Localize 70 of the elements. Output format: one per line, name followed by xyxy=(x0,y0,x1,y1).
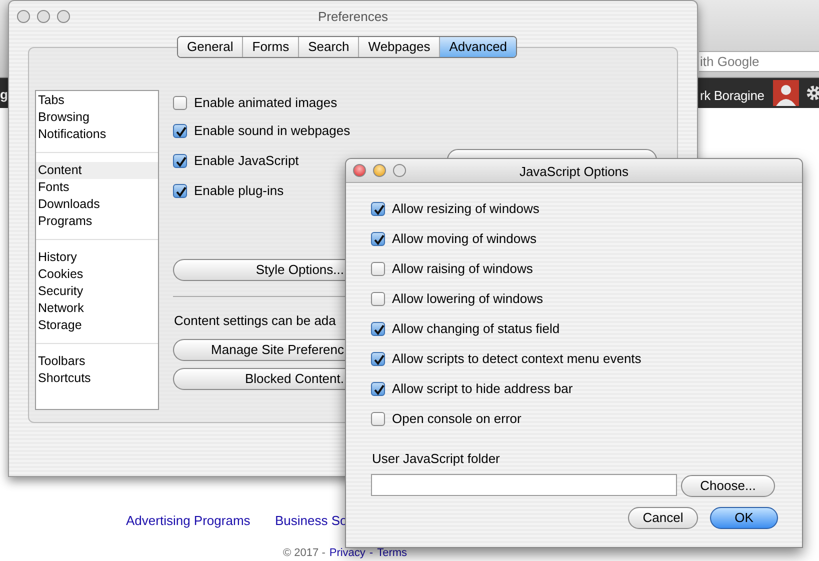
checkbox-label: Enable plug-ins xyxy=(194,182,284,200)
checkbox[interactable] xyxy=(371,322,385,336)
search-field[interactable]: ith Google xyxy=(699,51,819,72)
separator-text: - xyxy=(369,546,374,561)
category-item[interactable]: Programs xyxy=(36,213,158,230)
choose-button[interactable]: Choose... xyxy=(681,475,775,497)
checkbox-label: Allow script to hide address bar xyxy=(392,380,573,398)
user-name[interactable]: rk Boragine xyxy=(700,86,764,106)
privacy-link[interactable]: Privacy xyxy=(329,545,366,561)
checkbox-label: Allow resizing of windows xyxy=(392,200,540,218)
category-item[interactable]: Toolbars xyxy=(36,353,158,370)
checkbox[interactable] xyxy=(371,232,385,246)
checkbox[interactable] xyxy=(371,202,385,216)
category-item[interactable]: Shortcuts xyxy=(36,370,158,387)
tab[interactable]: General xyxy=(178,37,242,57)
bar-text: g xyxy=(0,86,8,104)
checkbox-label: Allow moving of windows xyxy=(392,230,537,248)
close-button[interactable] xyxy=(353,164,366,177)
checkbox[interactable] xyxy=(371,262,385,276)
zoom-button[interactable] xyxy=(57,10,70,22)
checkbox-label: Enable sound in webpages xyxy=(194,122,350,140)
checkbox[interactable] xyxy=(371,412,385,426)
description-text: Content settings can be ada xyxy=(174,312,336,330)
category-item[interactable]: Fonts xyxy=(36,179,158,196)
ok-button[interactable]: OK xyxy=(710,507,778,529)
blocked-content-button[interactable]: Blocked Content. xyxy=(173,368,346,390)
category-item[interactable]: Content xyxy=(36,162,158,179)
category-item[interactable]: Storage xyxy=(36,317,158,334)
checkbox[interactable] xyxy=(173,154,187,168)
terms-link[interactable]: Terms xyxy=(377,545,408,561)
copyright-text: © 2017 - xyxy=(283,546,326,561)
avatar-icon[interactable] xyxy=(773,80,799,106)
footer-link[interactable]: Advertising Programs xyxy=(126,511,250,530)
tab[interactable]: Search xyxy=(298,37,358,57)
folder-input-field[interactable] xyxy=(371,474,677,496)
minimize-button[interactable] xyxy=(373,164,386,177)
checkbox-label: Allow scripts to detect context menu events xyxy=(392,350,642,368)
checkbox-label: Open console on error xyxy=(392,410,522,428)
checkbox[interactable] xyxy=(371,292,385,306)
zoom-button[interactable] xyxy=(393,164,406,177)
category-item[interactable]: Downloads xyxy=(36,196,158,213)
checkbox-label: Enable animated images xyxy=(194,94,338,112)
checkbox-label: Allow raising of windows xyxy=(392,260,533,278)
tab[interactable]: Forms xyxy=(242,37,298,57)
field-label: User JavaScript folder xyxy=(372,450,500,468)
category-item[interactable]: Notifications xyxy=(36,126,158,143)
checkbox[interactable] xyxy=(371,382,385,396)
settings-icon[interactable] xyxy=(805,84,819,102)
cancel-button[interactable]: Cancel xyxy=(628,507,698,529)
category-item[interactable]: History xyxy=(36,249,158,266)
close-button[interactable] xyxy=(17,10,30,22)
checkbox-label: Enable JavaScript xyxy=(194,152,299,170)
checkbox-label: Allow lowering of windows xyxy=(392,290,544,308)
checkbox[interactable] xyxy=(173,184,187,198)
manage-site-preferences-button[interactable]: Manage Site Preferenc xyxy=(173,339,346,361)
checkbox[interactable] xyxy=(173,124,187,138)
category-item[interactable]: Security xyxy=(36,283,158,300)
tab[interactable]: Advanced xyxy=(439,37,516,57)
category-item[interactable]: Browsing xyxy=(36,109,158,126)
checkbox[interactable] xyxy=(371,352,385,366)
dialog-title: JavaScript Options xyxy=(518,163,630,181)
checkbox[interactable] xyxy=(173,96,187,110)
checkbox-label: Allow changing of status field xyxy=(392,320,560,338)
minimize-button[interactable] xyxy=(37,10,50,22)
style-options-button[interactable]: Style Options... xyxy=(173,259,346,281)
category-item[interactable]: Tabs xyxy=(36,92,158,109)
window-title: Preferences xyxy=(316,8,390,26)
category-item[interactable]: Network xyxy=(36,300,158,317)
category-item[interactable]: Cookies xyxy=(36,266,158,283)
tab[interactable]: Webpages xyxy=(358,37,440,57)
